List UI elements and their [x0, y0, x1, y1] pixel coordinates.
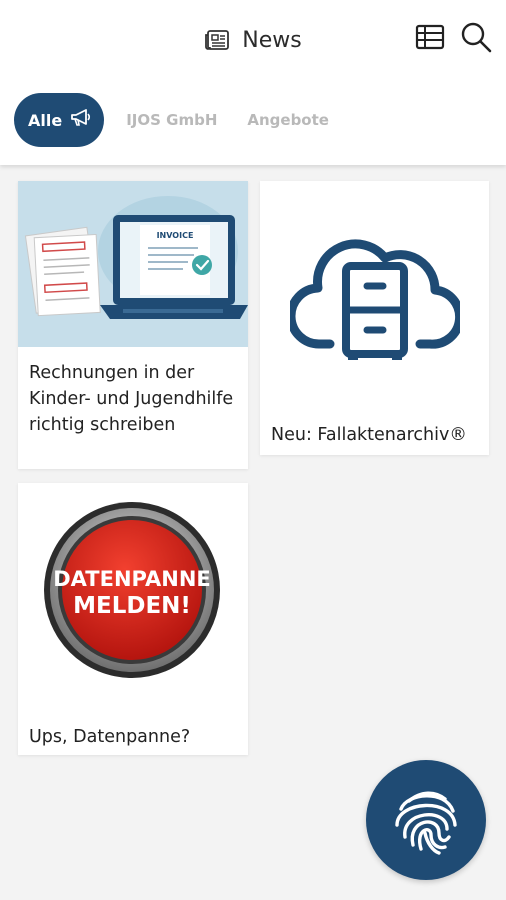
app-header: News Alle IJOS GmbH Angebote [0, 0, 506, 165]
news-card-rechnungen[interactable]: INVOICE Rechnungen in der Kinder- und Ju… [18, 181, 248, 469]
invoice-label: INVOICE [157, 231, 194, 240]
tab-label: Alle [28, 110, 63, 130]
megaphone-icon [70, 108, 92, 132]
tab-angebote[interactable]: Angebote [239, 111, 337, 129]
page-title: News [242, 27, 302, 53]
cloud-cabinet-icon [286, 226, 465, 366]
invoice-laptop-illustration: INVOICE [18, 181, 248, 347]
table-icon [415, 24, 445, 55]
table-view-button[interactable] [413, 22, 447, 56]
search-icon [460, 21, 492, 58]
search-button[interactable] [459, 22, 493, 56]
news-card-fallaktenarchiv[interactable]: Neu: Fallaktenarchiv® [260, 181, 489, 455]
red-button-illustration: DATENPANNE MELDEN! [42, 500, 222, 685]
category-tabs: Alle IJOS GmbH Angebote [14, 93, 337, 147]
button-line-1: DATENPANNE [53, 567, 211, 591]
fingerprint-button[interactable] [366, 760, 486, 880]
news-card-datenpanne[interactable]: DATENPANNE MELDEN! Ups, Datenpanne? [18, 483, 248, 755]
card-title: Ups, Datenpanne? [29, 727, 191, 747]
tab-ijos-gmbh[interactable]: IJOS GmbH [118, 111, 225, 129]
card-title: Neu: Fallaktenarchiv® [271, 425, 467, 445]
newspaper-icon [204, 29, 230, 51]
button-line-2: MELDEN! [73, 593, 191, 619]
card-title: Rechnungen in der Kinder- und Jugendhilf… [29, 363, 234, 435]
fingerprint-icon [387, 779, 465, 862]
tab-alle[interactable]: Alle [14, 93, 105, 147]
